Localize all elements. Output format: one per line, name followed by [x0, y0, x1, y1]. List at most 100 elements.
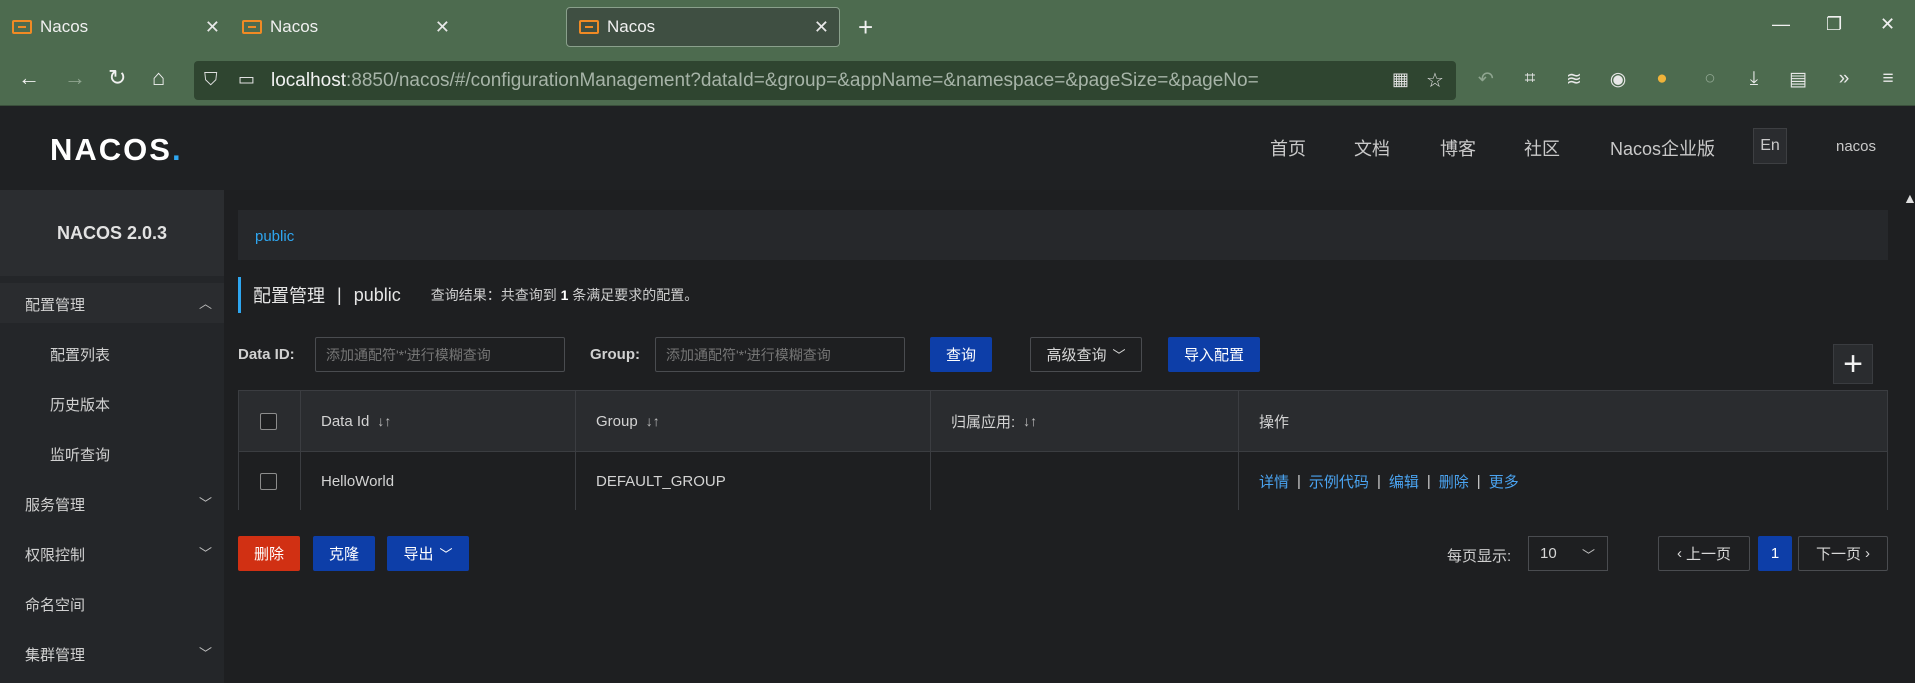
bookmark-star-icon[interactable]: ☆: [1426, 68, 1444, 93]
chevron-up-icon: ︿: [198, 296, 212, 311]
group-input[interactable]: [655, 337, 905, 372]
query-button[interactable]: 查询: [930, 337, 992, 372]
close-icon[interactable]: ✕: [435, 17, 450, 38]
sidebar-item-namespace[interactable]: 命名空间: [0, 583, 224, 623]
window-close-icon[interactable]: ✕: [1880, 14, 1895, 35]
browser-tab-3[interactable]: Nacos ✕: [566, 7, 840, 47]
crop-icon[interactable]: ⌗: [1518, 67, 1542, 91]
next-page-button[interactable]: 下一页 ›: [1798, 536, 1888, 571]
sort-icon[interactable]: ↓↑: [646, 413, 660, 429]
bulk-clone-button[interactable]: 克隆: [313, 536, 375, 571]
shield-icon[interactable]: ⛉: [204, 69, 218, 90]
more-link[interactable]: 更多: [1489, 471, 1519, 492]
nav-community[interactable]: 社区: [1524, 135, 1560, 161]
nacos-favicon-icon: [579, 20, 599, 34]
download-icon[interactable]: ⤓: [1742, 67, 1766, 91]
nacos-logo[interactable]: NACOS.: [50, 132, 183, 168]
browser-tab-1[interactable]: Nacos ✕: [0, 7, 230, 47]
page-icon[interactable]: ▭: [238, 69, 255, 90]
extension-icon[interactable]: ≋: [1562, 67, 1586, 91]
nav-enterprise[interactable]: Nacos企业版: [1610, 135, 1715, 161]
table-header: Data Id ↓↑ Group ↓↑ 归属应用: ↓↑ 操作: [239, 391, 1887, 451]
tab-title: Nacos: [40, 17, 89, 36]
close-icon[interactable]: ✕: [814, 17, 829, 38]
sidebar-item-config-management[interactable]: 配置管理 ︿: [0, 283, 224, 323]
tab-title: Nacos: [607, 17, 656, 36]
dataid-label: Data ID:: [238, 346, 295, 363]
config-table: Data Id ↓↑ Group ↓↑ 归属应用: ↓↑ 操作 HelloWorld …: [238, 390, 1888, 510]
sidebar-item-service-management[interactable]: 服务管理 ﹀: [0, 483, 224, 523]
add-config-button[interactable]: +: [1833, 344, 1873, 384]
advanced-query-button[interactable]: 高级查询 ﹀: [1030, 337, 1142, 372]
sidebar-item-config-list[interactable]: 配置列表: [0, 333, 224, 373]
chevron-down-icon: ﹀: [439, 547, 453, 562]
bulk-delete-button[interactable]: 删除: [238, 536, 300, 571]
dataid-input[interactable]: [315, 337, 565, 372]
overflow-icon[interactable]: »: [1832, 67, 1856, 91]
new-tab-button[interactable]: +: [858, 12, 873, 42]
restore-icon[interactable]: ❐: [1826, 14, 1842, 35]
close-icon[interactable]: ✕: [205, 17, 220, 38]
delete-link[interactable]: 删除: [1439, 471, 1469, 492]
url-text[interactable]: localhost:8850/nacos/#/configurationMana…: [271, 70, 1259, 92]
reader-icon[interactable]: ▤: [1786, 67, 1810, 91]
minimize-icon[interactable]: —: [1772, 14, 1790, 35]
chevron-left-icon: ‹: [1676, 545, 1682, 562]
user-menu[interactable]: nacos: [1836, 138, 1876, 155]
nacos-favicon-icon: [242, 20, 262, 34]
header-app[interactable]: 归属应用: ↓↑: [931, 391, 1239, 451]
row-select-cell: [239, 452, 301, 510]
mask-icon[interactable]: ◉: [1606, 67, 1630, 91]
cell-group: DEFAULT_GROUP: [576, 452, 931, 510]
sort-icon[interactable]: ↓↑: [377, 413, 391, 429]
circle-icon[interactable]: ○: [1698, 67, 1722, 91]
header-select-cell: [239, 391, 301, 451]
header-actions: 操作: [1259, 413, 1290, 431]
address-bar[interactable]: ⛉ ▭ localhost:8850/nacos/#/configuration…: [194, 61, 1456, 100]
nav-docs[interactable]: 文档: [1354, 135, 1390, 161]
browser-tab-2[interactable]: Nacos ✕: [230, 7, 460, 47]
namespace-bar: public: [238, 210, 1888, 260]
qr-code-icon[interactable]: ▦: [1392, 69, 1409, 90]
sidebar-item-cluster-management[interactable]: 集群管理 ﹀: [0, 633, 224, 673]
sort-icon[interactable]: ↓↑: [1023, 413, 1037, 429]
page-title-text: 配置管理: [253, 286, 325, 306]
title-separator: |: [337, 284, 342, 305]
undo-icon[interactable]: ↶: [1474, 67, 1498, 91]
color-wheel-icon[interactable]: ●: [1650, 67, 1674, 91]
chevron-right-icon: ›: [1865, 545, 1870, 562]
menu-icon[interactable]: ≡: [1876, 67, 1900, 91]
page-title: 配置管理 | public 查询结果：共查询到 1 条满足要求的配置。: [238, 277, 698, 313]
detail-link[interactable]: 详情: [1259, 471, 1289, 492]
scroll-up-icon[interactable]: ▲: [1903, 190, 1915, 206]
chevron-down-icon: ﹀: [198, 496, 212, 511]
row-checkbox[interactable]: [260, 472, 277, 490]
select-all-checkbox[interactable]: [260, 412, 277, 430]
home-icon[interactable]: ⌂: [152, 65, 165, 91]
sidebar-item-access-control[interactable]: 权限控制 ﹀: [0, 533, 224, 573]
page-size-select[interactable]: 10 ﹀: [1528, 536, 1608, 571]
import-config-button[interactable]: 导入配置: [1168, 337, 1260, 372]
header-data-id[interactable]: Data Id ↓↑: [301, 391, 576, 451]
language-switch-button[interactable]: En: [1753, 128, 1787, 164]
bulk-export-button[interactable]: 导出 ﹀: [387, 536, 469, 571]
table-row: HelloWorld DEFAULT_GROUP 详情 | 示例代码 | 编辑 …: [239, 451, 1887, 510]
sample-code-link[interactable]: 示例代码: [1309, 471, 1369, 492]
browser-toolbar: ← → ↻ ⌂ ⛉ ▭ localhost:8850/nacos/#/confi…: [0, 55, 1915, 106]
forward-icon[interactable]: →: [64, 65, 86, 91]
chevron-down-icon: ﹀: [198, 546, 212, 561]
page-1-button[interactable]: 1: [1758, 536, 1792, 571]
prev-page-button[interactable]: ‹ 上一页: [1658, 536, 1750, 571]
cell-app: [931, 452, 1239, 510]
reload-icon[interactable]: ↻: [108, 65, 126, 91]
nav-home[interactable]: 首页: [1270, 135, 1306, 161]
cell-data-id: HelloWorld: [301, 452, 576, 510]
header-group[interactable]: Group ↓↑: [576, 391, 931, 451]
sidebar-item-listener-query[interactable]: 监听查询: [0, 433, 224, 473]
edit-link[interactable]: 编辑: [1389, 471, 1419, 492]
sidebar-item-history[interactable]: 历史版本: [0, 383, 224, 423]
nacos-favicon-icon: [12, 20, 32, 34]
namespace-tab-public[interactable]: public: [255, 228, 294, 245]
nav-blog[interactable]: 博客: [1440, 135, 1476, 161]
back-icon[interactable]: ←: [18, 65, 40, 91]
